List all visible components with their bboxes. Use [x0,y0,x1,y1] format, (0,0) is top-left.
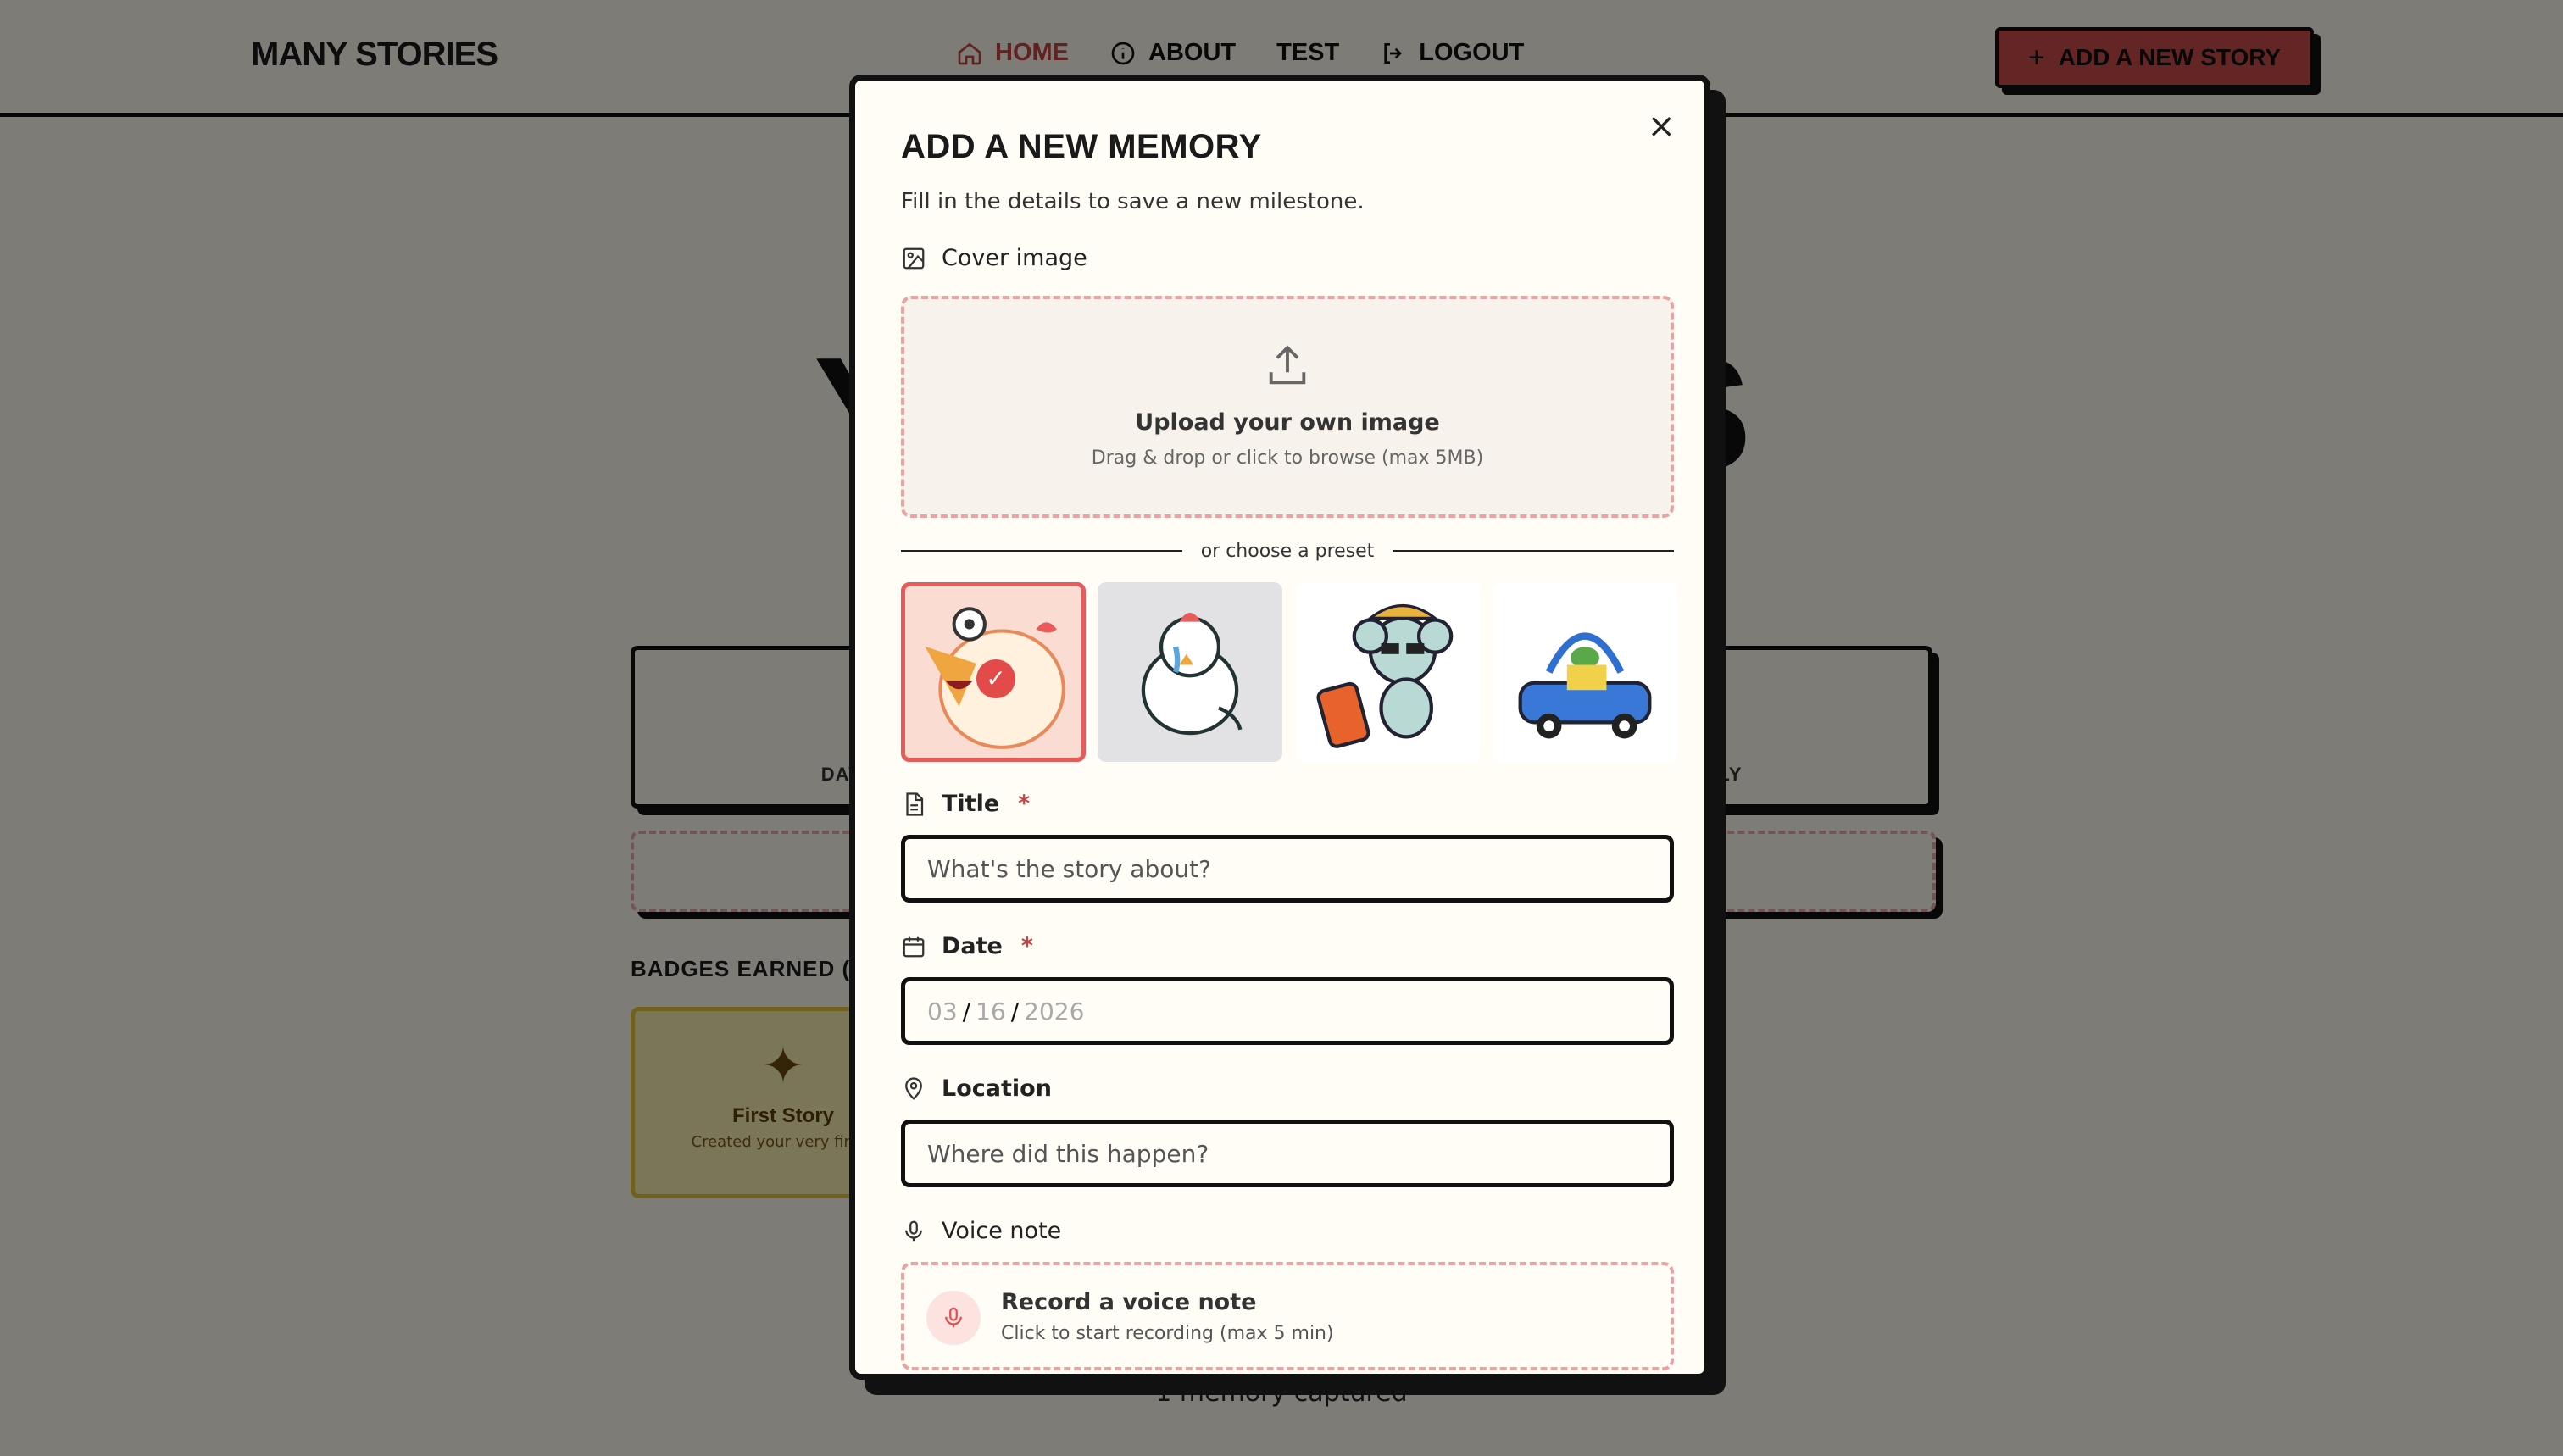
required-asterisk: * [1020,933,1033,959]
date-parts: 03 / 16 / 2026 [927,998,1084,1025]
calendar-icon [903,936,925,957]
date-month[interactable]: 03 [927,998,958,1025]
location-input[interactable] [927,1139,1648,1168]
title-input-wrapper [901,835,1674,903]
voice-note-hint: Click to start recording (max 5 min) [1001,1323,1334,1344]
preset-divider-text: or choose a preset [1200,540,1375,562]
image-icon [903,247,925,269]
mic-button [926,1291,981,1345]
modal-title: ADD A NEW MEMORY [901,128,1262,165]
voice-note-label-row: Voice note [901,1218,1061,1244]
preset-car-crew[interactable] [1493,582,1677,762]
title-label-row: Title * [901,791,1030,817]
upload-hint: Drag & drop or click to browse (max 5MB) [1091,447,1484,469]
preset-koala-traveler[interactable] [1296,582,1481,762]
title-input[interactable] [927,854,1648,883]
modal-subtitle: Fill in the details to save a new milest… [901,189,1365,214]
date-label-row: Date * [901,933,1033,959]
date-separator: / [962,997,971,1025]
close-icon[interactable]: × [1647,109,1676,143]
upload-dropzone[interactable]: Upload your own image Drag & drop or cli… [901,296,1674,518]
title-label: Title [942,791,1000,817]
upload-title: Upload your own image [1135,409,1440,436]
required-asterisk: * [1018,791,1031,817]
upload-icon [1269,345,1306,385]
car-crew-illustration [1518,632,1652,739]
date-year[interactable]: 2026 [1024,998,1084,1025]
add-memory-modal: × ADD A NEW MEMORY Fill in the details t… [849,75,1710,1380]
voice-note-title: Record a voice note [1001,1289,1257,1315]
record-voice-note-button[interactable]: Record a voice note Click to start recor… [901,1262,1674,1370]
check-icon: ✓ [976,659,1015,698]
preset-startled-chicken[interactable]: ✓ [901,582,1086,762]
location-label: Location [942,1075,1052,1102]
divider-line [901,550,1182,552]
date-separator: / [1010,997,1020,1025]
preset-divider: or choose a preset [901,538,1675,564]
location-input-wrapper [901,1120,1674,1187]
preset-grid: ✓ [901,582,1677,769]
map-pin-icon [905,1076,922,1100]
cover-image-label: Cover image [942,245,1087,271]
location-label-row: Location [901,1075,1052,1102]
mic-icon [945,1307,962,1328]
crying-chicken-illustration [1141,613,1243,736]
voice-note-label: Voice note [942,1218,1062,1244]
koala-traveler-illustration [1316,603,1454,748]
preset-crying-chicken[interactable] [1098,582,1282,762]
document-icon [906,792,924,816]
cover-image-label-row: Cover image [901,245,1087,271]
date-day[interactable]: 16 [976,998,1006,1025]
date-label: Date [942,933,1003,959]
mic-icon [905,1220,922,1241]
divider-line [1393,550,1675,552]
date-input[interactable]: 03 / 16 / 2026 [901,977,1674,1045]
